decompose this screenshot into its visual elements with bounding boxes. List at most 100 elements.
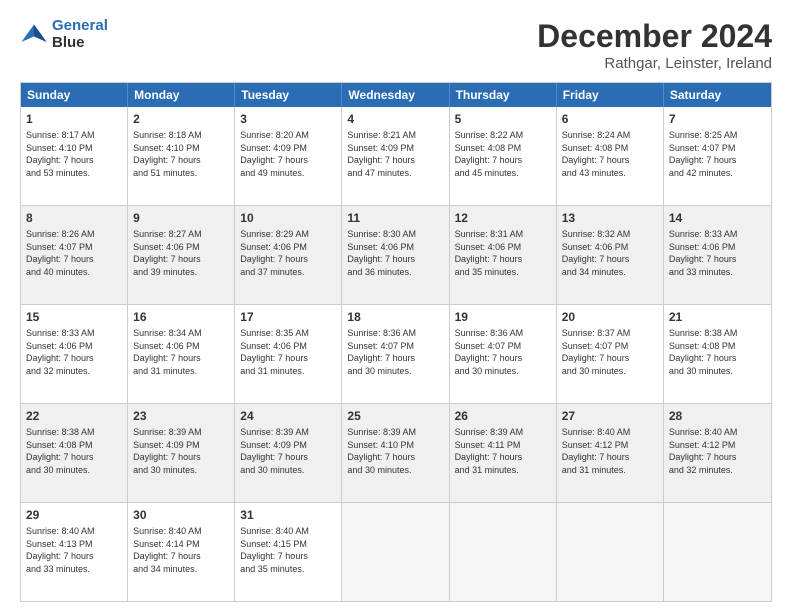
day-info: Sunrise: 8:35 AM Sunset: 4:06 PM Dayligh… <box>240 327 336 377</box>
calendar-cell: 10 Sunrise: 8:29 AM Sunset: 4:06 PM Dayli… <box>235 206 342 304</box>
day-number: 14 <box>669 210 766 226</box>
day-number: 7 <box>669 111 766 127</box>
header-day-tuesday: Tuesday <box>235 83 342 107</box>
logo-line2: Blue <box>52 34 85 51</box>
calendar-cell: 4 Sunrise: 8:21 AM Sunset: 4:09 PM Daylig… <box>342 107 449 205</box>
calendar-cell: 13 Sunrise: 8:32 AM Sunset: 4:06 PM Dayli… <box>557 206 664 304</box>
calendar-cell: 12 Sunrise: 8:31 AM Sunset: 4:06 PM Dayli… <box>450 206 557 304</box>
day-info: Sunrise: 8:18 AM Sunset: 4:10 PM Dayligh… <box>133 129 229 179</box>
logo-icon <box>20 21 48 49</box>
week-row-4: 22 Sunrise: 8:38 AM Sunset: 4:08 PM Dayli… <box>21 403 771 502</box>
day-info: Sunrise: 8:40 AM Sunset: 4:12 PM Dayligh… <box>562 426 658 476</box>
calendar-cell: 28 Sunrise: 8:40 AM Sunset: 4:12 PM Dayli… <box>664 404 771 502</box>
calendar-cell: 31 Sunrise: 8:40 AM Sunset: 4:15 PM Dayli… <box>235 503 342 601</box>
day-number: 19 <box>455 309 551 325</box>
day-info: Sunrise: 8:40 AM Sunset: 4:13 PM Dayligh… <box>26 525 122 575</box>
day-info: Sunrise: 8:40 AM Sunset: 4:15 PM Dayligh… <box>240 525 336 575</box>
day-number: 12 <box>455 210 551 226</box>
calendar-cell: 19 Sunrise: 8:36 AM Sunset: 4:07 PM Dayli… <box>450 305 557 403</box>
day-number: 23 <box>133 408 229 424</box>
day-number: 20 <box>562 309 658 325</box>
calendar-cell: 21Sunrise: 8:38 AM Sunset: 4:08 PM Dayli… <box>664 305 771 403</box>
calendar-cell <box>664 503 771 601</box>
title-block: December 2024 Rathgar, Leinster, Ireland <box>537 18 772 72</box>
day-number: 17 <box>240 309 336 325</box>
day-number: 27 <box>562 408 658 424</box>
day-number: 29 <box>26 507 122 523</box>
day-info: Sunrise: 8:37 AM Sunset: 4:07 PM Dayligh… <box>562 327 658 377</box>
day-info: Sunrise: 8:40 AM Sunset: 4:12 PM Dayligh… <box>669 426 766 476</box>
header: General Blue December 2024 Rathgar, Lein… <box>20 18 772 72</box>
day-info: Sunrise: 8:40 AM Sunset: 4:14 PM Dayligh… <box>133 525 229 575</box>
calendar-cell: 25 Sunrise: 8:39 AM Sunset: 4:10 PM Dayli… <box>342 404 449 502</box>
day-number: 1 <box>26 111 122 127</box>
day-number: 6 <box>562 111 658 127</box>
logo: General Blue <box>20 18 108 51</box>
day-info: Sunrise: 8:32 AM Sunset: 4:06 PM Dayligh… <box>562 228 658 278</box>
day-number: 22 <box>26 408 122 424</box>
day-info: Sunrise: 8:38 AM Sunset: 4:08 PM Dayligh… <box>26 426 122 476</box>
day-info: Sunrise: 8:25 AM Sunset: 4:07 PM Dayligh… <box>669 129 766 179</box>
day-info: Sunrise: 8:39 AM Sunset: 4:10 PM Dayligh… <box>347 426 443 476</box>
header-day-sunday: Sunday <box>21 83 128 107</box>
page: General Blue December 2024 Rathgar, Lein… <box>0 0 792 612</box>
calendar-cell: 23 Sunrise: 8:39 AM Sunset: 4:09 PM Dayli… <box>128 404 235 502</box>
week-row-3: 15 Sunrise: 8:33 AM Sunset: 4:06 PM Dayli… <box>21 304 771 403</box>
calendar-cell <box>557 503 664 601</box>
calendar-cell: 16 Sunrise: 8:34 AM Sunset: 4:06 PM Dayli… <box>128 305 235 403</box>
day-info: Sunrise: 8:36 AM Sunset: 4:07 PM Dayligh… <box>455 327 551 377</box>
week-row-1: 1Sunrise: 8:17 AM Sunset: 4:10 PM Daylig… <box>21 107 771 205</box>
calendar-cell: 17 Sunrise: 8:35 AM Sunset: 4:06 PM Dayli… <box>235 305 342 403</box>
day-number: 16 <box>133 309 229 325</box>
calendar: SundayMondayTuesdayWednesdayThursdayFrid… <box>20 82 772 602</box>
day-number: 25 <box>347 408 443 424</box>
day-number: 18 <box>347 309 443 325</box>
day-number: 9 <box>133 210 229 226</box>
day-number: 31 <box>240 507 336 523</box>
day-number: 30 <box>133 507 229 523</box>
day-info: Sunrise: 8:21 AM Sunset: 4:09 PM Dayligh… <box>347 129 443 179</box>
calendar-cell: 7 Sunrise: 8:25 AM Sunset: 4:07 PM Daylig… <box>664 107 771 205</box>
day-number: 5 <box>455 111 551 127</box>
calendar-cell: 8 Sunrise: 8:26 AM Sunset: 4:07 PM Daylig… <box>21 206 128 304</box>
calendar-cell: 26Sunrise: 8:39 AM Sunset: 4:11 PM Dayli… <box>450 404 557 502</box>
day-info: Sunrise: 8:31 AM Sunset: 4:06 PM Dayligh… <box>455 228 551 278</box>
header-day-wednesday: Wednesday <box>342 83 449 107</box>
calendar-cell: 18 Sunrise: 8:36 AM Sunset: 4:07 PM Dayli… <box>342 305 449 403</box>
day-info: Sunrise: 8:34 AM Sunset: 4:06 PM Dayligh… <box>133 327 229 377</box>
day-info: Sunrise: 8:26 AM Sunset: 4:07 PM Dayligh… <box>26 228 122 278</box>
calendar-cell: 14Sunrise: 8:33 AM Sunset: 4:06 PM Dayli… <box>664 206 771 304</box>
day-number: 11 <box>347 210 443 226</box>
day-number: 3 <box>240 111 336 127</box>
calendar-cell: 27 Sunrise: 8:40 AM Sunset: 4:12 PM Dayli… <box>557 404 664 502</box>
header-day-saturday: Saturday <box>664 83 771 107</box>
calendar-cell: 15 Sunrise: 8:33 AM Sunset: 4:06 PM Dayli… <box>21 305 128 403</box>
month-title: December 2024 <box>537 18 772 55</box>
week-row-5: 29 Sunrise: 8:40 AM Sunset: 4:13 PM Dayli… <box>21 502 771 601</box>
day-info: Sunrise: 8:39 AM Sunset: 4:09 PM Dayligh… <box>133 426 229 476</box>
day-number: 24 <box>240 408 336 424</box>
day-info: Sunrise: 8:30 AM Sunset: 4:06 PM Dayligh… <box>347 228 443 278</box>
day-number: 4 <box>347 111 443 127</box>
day-number: 13 <box>562 210 658 226</box>
day-info: Sunrise: 8:33 AM Sunset: 4:06 PM Dayligh… <box>26 327 122 377</box>
calendar-cell: 2Sunrise: 8:18 AM Sunset: 4:10 PM Daylig… <box>128 107 235 205</box>
day-number: 28 <box>669 408 766 424</box>
header-day-thursday: Thursday <box>450 83 557 107</box>
header-day-friday: Friday <box>557 83 664 107</box>
calendar-cell: 11 Sunrise: 8:30 AM Sunset: 4:06 PM Dayli… <box>342 206 449 304</box>
day-info: Sunrise: 8:39 AM Sunset: 4:11 PM Dayligh… <box>455 426 551 476</box>
logo-text: General Blue <box>52 18 108 51</box>
calendar-cell: 6Sunrise: 8:24 AM Sunset: 4:08 PM Daylig… <box>557 107 664 205</box>
day-number: 8 <box>26 210 122 226</box>
day-info: Sunrise: 8:36 AM Sunset: 4:07 PM Dayligh… <box>347 327 443 377</box>
header-day-monday: Monday <box>128 83 235 107</box>
day-info: Sunrise: 8:20 AM Sunset: 4:09 PM Dayligh… <box>240 129 336 179</box>
calendar-cell: 22 Sunrise: 8:38 AM Sunset: 4:08 PM Dayli… <box>21 404 128 502</box>
day-number: 15 <box>26 309 122 325</box>
day-number: 10 <box>240 210 336 226</box>
calendar-cell: 3 Sunrise: 8:20 AM Sunset: 4:09 PM Daylig… <box>235 107 342 205</box>
calendar-header: SundayMondayTuesdayWednesdayThursdayFrid… <box>21 83 771 107</box>
day-info: Sunrise: 8:29 AM Sunset: 4:06 PM Dayligh… <box>240 228 336 278</box>
calendar-cell: 30 Sunrise: 8:40 AM Sunset: 4:14 PM Dayli… <box>128 503 235 601</box>
